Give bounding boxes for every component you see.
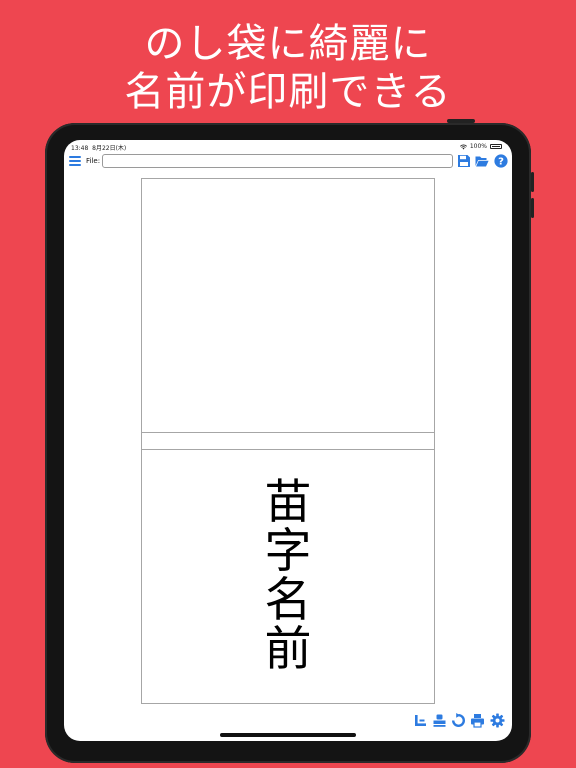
wifi-icon <box>459 143 467 149</box>
device-volume-down-button <box>531 198 534 218</box>
bottom-toolbar <box>413 713 509 729</box>
status-bar: 13:48 8月22日(木) 100% <box>64 140 512 152</box>
toolbar: File: ? <box>64 153 512 171</box>
headline-line-2: 名前が印刷できる <box>124 69 452 115</box>
battery-icon <box>490 144 502 149</box>
app-screen: 13:48 8月22日(木) 100% File: ? 苗 字 名 前 <box>64 140 512 741</box>
status-right: 100% <box>459 143 502 150</box>
svg-text:?: ? <box>498 157 504 168</box>
status-date-text: 8月22日(木) <box>92 145 127 152</box>
battery-percent: 100% <box>469 143 487 150</box>
rotate-icon[interactable] <box>451 713 466 728</box>
menu-icon[interactable] <box>69 155 81 167</box>
headline-line-1: のし袋に綺麗に <box>144 21 432 67</box>
home-indicator[interactable] <box>220 733 356 737</box>
name-char: 苗 <box>264 475 312 530</box>
print-icon[interactable] <box>470 713 485 728</box>
folder-open-icon[interactable] <box>475 154 489 168</box>
help-icon[interactable]: ? <box>494 154 508 168</box>
settings-icon[interactable] <box>490 713 505 728</box>
stamp-icon[interactable] <box>432 713 447 728</box>
device-volume-up-button <box>531 172 534 192</box>
status-time-text: 13:48 <box>71 145 89 152</box>
name-char: 字 <box>264 524 312 579</box>
recipient-name[interactable]: 苗 字 名 前 <box>260 478 316 674</box>
mizuhiki-band <box>141 432 435 450</box>
file-name-input[interactable] <box>102 154 453 168</box>
save-icon[interactable] <box>457 154 471 168</box>
name-char: 名 <box>264 573 312 628</box>
status-time: 13:48 8月22日(木) <box>71 143 126 152</box>
name-char: 前 <box>264 622 312 677</box>
file-label: File: <box>86 157 101 165</box>
layout-icon[interactable] <box>413 713 428 728</box>
